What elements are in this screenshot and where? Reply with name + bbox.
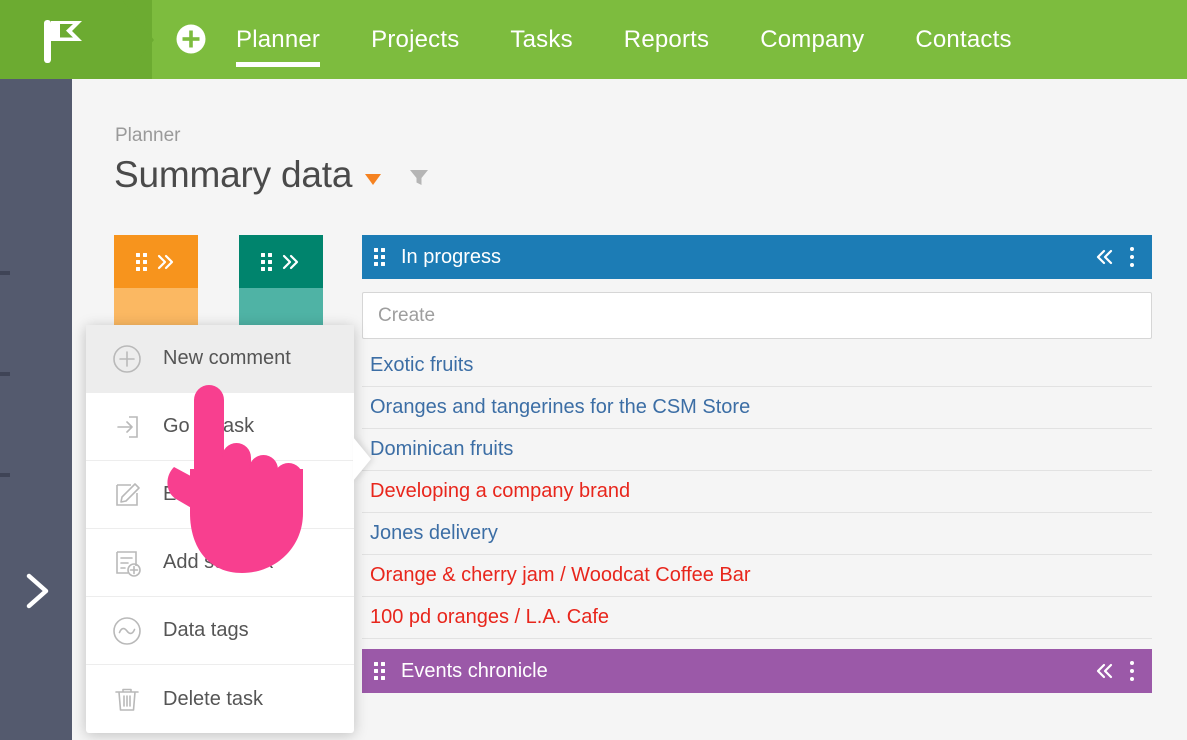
tilde-circle-icon (110, 614, 144, 648)
nav-label: Reports (623, 26, 710, 53)
rail-seam (0, 271, 10, 275)
column-card-header[interactable] (114, 235, 198, 288)
task-row[interactable]: Jones delivery (362, 513, 1152, 555)
nav-item-projects[interactable]: Projects (371, 0, 459, 79)
task-list: Exotic fruits Oranges and tangerines for… (362, 345, 1152, 639)
panel-title: Events chronicle (401, 659, 548, 682)
caret-down-icon[interactable] (365, 173, 382, 185)
create-input[interactable] (362, 292, 1152, 339)
task-row[interactable]: Dominican fruits (362, 429, 1152, 471)
main-nav: Planner Projects Tasks Reports Company C… (236, 0, 1012, 79)
pencil-page-icon (110, 478, 144, 512)
context-menu-label: Edit task (163, 483, 240, 505)
chevron-right-icon[interactable] (20, 571, 54, 611)
panel-gap (362, 639, 1152, 649)
panels-column: In progress Exotic fruits Oranges and ta… (362, 235, 1152, 693)
nav-item-planner[interactable]: Planner (236, 0, 321, 79)
context-menu-label: Add subtask (163, 551, 274, 573)
more-vertical-icon[interactable] (1128, 245, 1136, 269)
nav-item-contacts[interactable]: Contacts (915, 0, 1011, 79)
task-label: Dominican fruits (370, 438, 514, 460)
chevron-double-right-icon[interactable] (156, 253, 176, 271)
nav-item-reports[interactable]: Reports (624, 0, 709, 79)
task-label: 100 pd oranges / L.A. Cafe (370, 606, 610, 628)
nav-item-tasks[interactable]: Tasks (510, 0, 572, 79)
drag-grip-icon[interactable] (374, 248, 385, 266)
nav-label: Projects (371, 26, 460, 53)
logo-arrow-shape (122, 0, 154, 79)
task-label: Developing a company brand (370, 480, 631, 502)
task-context-menu: New comment Go to task Edit task Add sub… (86, 325, 354, 733)
plus-circle-outline-icon (110, 342, 144, 376)
context-menu-item-new-comment[interactable]: New comment (86, 325, 354, 393)
nav-label: Company (760, 26, 865, 53)
rail-seam (0, 372, 10, 376)
context-menu-item-add-subtask[interactable]: Add subtask (86, 529, 354, 597)
context-menu-pointer (353, 437, 371, 481)
more-vertical-icon[interactable] (1128, 659, 1136, 683)
breadcrumb: Planner (115, 125, 181, 146)
column-card-header[interactable] (239, 235, 323, 288)
task-row[interactable]: 100 pd oranges / L.A. Cafe (362, 597, 1152, 639)
panel-header-actions (1094, 659, 1136, 683)
task-label: Exotic fruits (370, 354, 474, 376)
context-menu-label: Delete task (163, 687, 264, 710)
drag-grip-icon[interactable] (136, 252, 147, 271)
context-menu-label: New comment (163, 347, 291, 369)
panel-title: In progress (401, 245, 502, 268)
page-title: Summary data (114, 154, 353, 195)
drag-grip-icon[interactable] (374, 662, 385, 680)
drag-grip-icon[interactable] (261, 252, 272, 271)
context-menu-item-data-tags[interactable]: Data tags (86, 597, 354, 665)
context-menu-label: Go to task (163, 415, 255, 437)
rail-seam (0, 473, 10, 477)
task-row[interactable]: Orange & cherry jam / Woodcat Coffee Bar (362, 555, 1152, 597)
panel-header-in-progress[interactable]: In progress (362, 235, 1152, 279)
task-row[interactable]: Oranges and tangerines for the CSM Store (362, 387, 1152, 429)
task-label: Jones delivery (370, 522, 498, 544)
top-navigation-bar: Planner Projects Tasks Reports Company C… (0, 0, 1187, 79)
context-menu-item-go-to-task[interactable]: Go to task (86, 393, 354, 461)
nav-item-company[interactable]: Company (760, 0, 864, 79)
arrow-into-box-icon (110, 410, 144, 444)
trash-icon (110, 682, 144, 716)
nav-label: Planner (236, 26, 321, 53)
page-title-row: Summary data (114, 151, 432, 199)
app-root: Planner Projects Tasks Reports Company C… (0, 0, 1187, 740)
left-sidebar-rail (0, 79, 72, 740)
filter-funnel-icon[interactable] (406, 164, 432, 190)
task-label: Oranges and tangerines for the CSM Store (370, 396, 751, 418)
nav-label: Contacts (915, 26, 1012, 53)
context-menu-label: Data tags (163, 619, 249, 641)
task-row[interactable]: Exotic fruits (362, 345, 1152, 387)
plus-circle-icon[interactable] (175, 23, 207, 55)
chevron-double-left-icon[interactable] (1094, 662, 1114, 680)
panel-header-actions (1094, 245, 1136, 269)
context-menu-item-delete-task[interactable]: Delete task (86, 665, 354, 733)
context-menu-item-edit-task[interactable]: Edit task (86, 461, 354, 529)
create-task-wrap (362, 279, 1152, 339)
document-plus-icon (110, 546, 144, 580)
panel-header-events-chronicle[interactable]: Events chronicle (362, 649, 1152, 693)
flag-icon (44, 20, 82, 63)
nav-label: Tasks (510, 26, 573, 53)
chevron-double-left-icon[interactable] (1094, 248, 1114, 266)
task-label: Orange & cherry jam / Woodcat Coffee Bar (370, 564, 751, 586)
task-row[interactable]: Developing a company brand (362, 471, 1152, 513)
chevron-double-right-icon[interactable] (281, 253, 301, 271)
